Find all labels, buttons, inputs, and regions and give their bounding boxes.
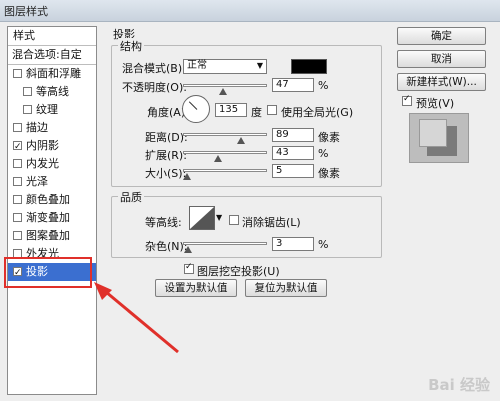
watermark-logo: Bai 经验 <box>428 376 490 394</box>
annotation-arrow-icon <box>94 282 179 354</box>
